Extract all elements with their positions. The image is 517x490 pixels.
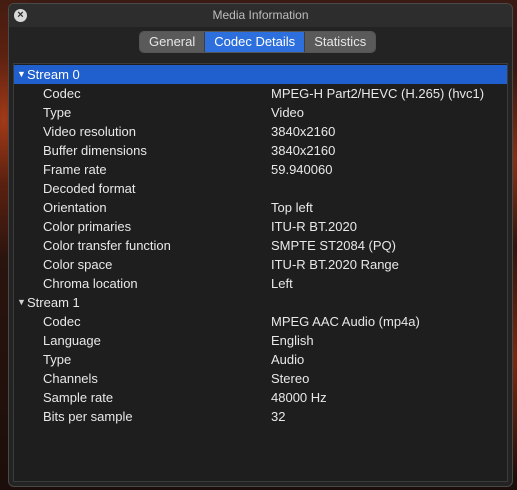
stream-row[interactable]: ▼ Stream 0 bbox=[14, 65, 507, 84]
property-name: Codec bbox=[43, 86, 81, 101]
stream-label: Stream 0 bbox=[27, 67, 80, 82]
property-row[interactable]: Color transfer function SMPTE ST2084 (PQ) bbox=[14, 236, 507, 255]
property-name: Color transfer function bbox=[43, 238, 171, 253]
property-value: 48000 Hz bbox=[271, 390, 327, 405]
property-row[interactable]: Bits per sample 32 bbox=[14, 407, 507, 426]
property-name: Orientation bbox=[43, 200, 107, 215]
property-row[interactable]: Chroma location Left bbox=[14, 274, 507, 293]
property-name: Decoded format bbox=[43, 181, 136, 196]
property-row[interactable]: Color space ITU-R BT.2020 Range bbox=[14, 255, 507, 274]
property-row[interactable]: Sample rate 48000 Hz bbox=[14, 388, 507, 407]
property-value: English bbox=[271, 333, 314, 348]
property-row[interactable]: Type Audio bbox=[14, 350, 507, 369]
property-value: MPEG-H Part2/HEVC (H.265) (hvc1) bbox=[271, 86, 485, 101]
property-value: Top left bbox=[271, 200, 313, 215]
property-value: Video bbox=[271, 105, 305, 120]
property-value: MPEG AAC Audio (mp4a) bbox=[271, 314, 420, 329]
property-value: Audio bbox=[271, 352, 305, 367]
property-value: Stereo bbox=[271, 371, 310, 386]
property-name: Video resolution bbox=[43, 124, 136, 139]
property-row[interactable]: Channels Stereo bbox=[14, 369, 507, 388]
property-row[interactable]: Type Video bbox=[14, 103, 507, 122]
stream-row[interactable]: ▼ Stream 1 bbox=[14, 293, 507, 312]
property-value: ITU-R BT.2020 bbox=[271, 219, 357, 234]
property-row[interactable]: Decoded format bbox=[14, 179, 507, 198]
window-title: Media Information bbox=[212, 8, 309, 22]
title-bar: × Media Information bbox=[9, 4, 512, 27]
property-row[interactable]: Video resolution 3840x2160 bbox=[14, 122, 507, 141]
property-name: Color primaries bbox=[43, 219, 132, 234]
property-value: 3840x2160 bbox=[271, 124, 336, 139]
property-row[interactable]: Codec MPEG AAC Audio (mp4a) bbox=[14, 312, 507, 331]
property-name: Chroma location bbox=[43, 276, 138, 291]
property-name: Sample rate bbox=[43, 390, 114, 405]
tab-bar: General Codec Details Statistics bbox=[139, 31, 377, 53]
property-name: Codec bbox=[43, 314, 81, 329]
property-value: 59.940060 bbox=[271, 162, 333, 177]
property-value: Left bbox=[271, 276, 293, 291]
property-name: Bits per sample bbox=[43, 409, 133, 424]
property-value: 32 bbox=[271, 409, 286, 424]
property-row[interactable]: Frame rate 59.940060 bbox=[14, 160, 507, 179]
stream-label: Stream 1 bbox=[27, 295, 80, 310]
property-name: Type bbox=[43, 352, 72, 367]
tab-statistics[interactable]: Statistics bbox=[305, 32, 376, 52]
property-value: ITU-R BT.2020 Range bbox=[271, 257, 399, 272]
property-row[interactable]: Color primaries ITU-R BT.2020 bbox=[14, 217, 507, 236]
property-name: Type bbox=[43, 105, 72, 120]
property-name: Color space bbox=[43, 257, 113, 272]
media-information-window: × Media Information General Codec Detail… bbox=[8, 3, 513, 487]
property-row[interactable]: Codec MPEG-H Part2/HEVC (H.265) (hvc1) bbox=[14, 84, 507, 103]
property-name: Language bbox=[43, 333, 101, 348]
property-name: Channels bbox=[43, 371, 98, 386]
disclosure-triangle-icon[interactable]: ▼ bbox=[17, 65, 27, 84]
property-row[interactable]: Buffer dimensions 3840x2160 bbox=[14, 141, 507, 160]
property-name: Frame rate bbox=[43, 162, 107, 177]
codec-details-tree: ▼ Stream 0 Codec MPEG-H Part2/HEVC (H.265) … bbox=[13, 63, 508, 482]
property-row[interactable]: Orientation Top left bbox=[14, 198, 507, 217]
property-value: 3840x2160 bbox=[271, 143, 336, 158]
property-row[interactable]: Language English bbox=[14, 331, 507, 350]
property-name: Buffer dimensions bbox=[43, 143, 147, 158]
property-value: SMPTE ST2084 (PQ) bbox=[271, 238, 396, 253]
disclosure-triangle-icon[interactable]: ▼ bbox=[17, 293, 27, 312]
tab-general[interactable]: General bbox=[140, 32, 206, 52]
tab-codec-details[interactable]: Codec Details bbox=[205, 32, 306, 52]
